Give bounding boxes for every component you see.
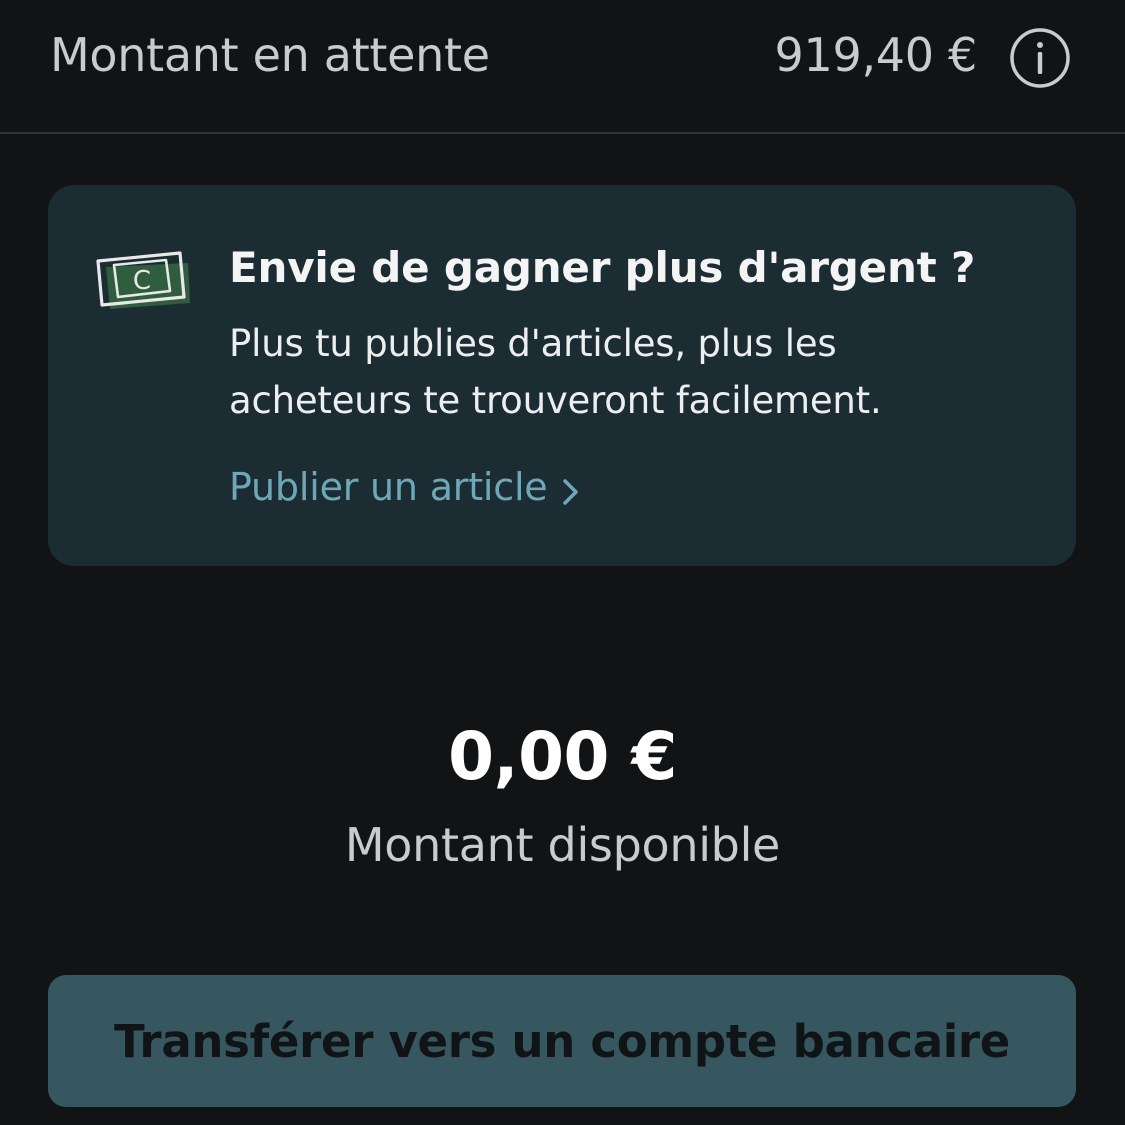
transfer-to-bank-button[interactable]: Transférer vers un compte bancaire [48,975,1076,1107]
pending-amount-value: 919,40 € [774,28,978,82]
available-amount-value: 0,00 € [448,718,677,795]
publish-article-label: Publier un article [229,465,548,509]
pending-amount-label: Montant en attente [50,28,490,82]
publish-article-link[interactable]: Publier un article [229,465,580,509]
available-amount-label: Montant disponible [344,818,781,872]
money-bill-icon: C [96,247,192,311]
bill-letter: C [133,266,151,296]
promo-text: Plus tu publies d'articles, plus les ach… [229,322,882,422]
pending-amount-row: Montant en attente 919,40 € [0,0,1125,134]
info-icon[interactable] [1009,27,1071,89]
promo-card: C Envie de gagner plus d'argent ? Plus t… [48,185,1076,566]
chevron-right-icon [562,472,580,505]
promo-title: Envie de gagner plus d'argent ? [229,243,976,292]
